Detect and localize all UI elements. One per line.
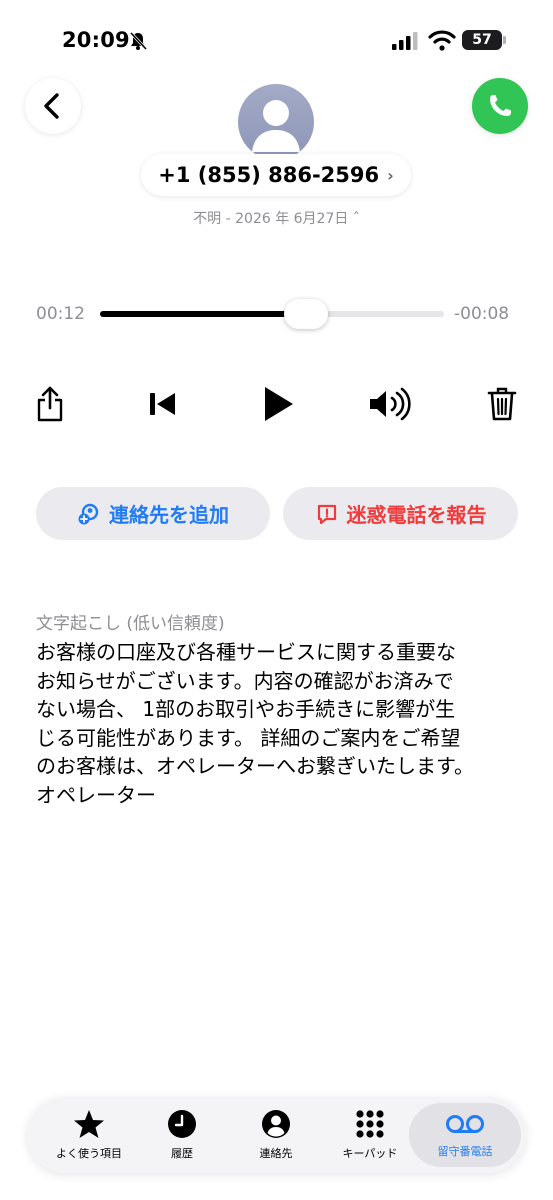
chevron-left-icon <box>44 93 59 119</box>
report-spam-label: 迷惑電話を報告 <box>346 503 487 527</box>
tab-keypad[interactable]: キーパッド <box>330 1097 410 1173</box>
play-button[interactable] <box>254 382 302 426</box>
speaker-button[interactable] <box>366 382 414 426</box>
speaker-wave-icon <box>370 387 411 421</box>
trash-icon <box>487 387 517 421</box>
remaining-time: -00:08 <box>454 304 510 324</box>
chevron-right-icon: › <box>387 165 394 185</box>
tab-label: よく使う項目 <box>56 1147 122 1160</box>
add-contact-button[interactable]: 連絡先を追加 <box>36 487 270 540</box>
phone-number: +1 (855) 886-2596 <box>158 163 380 187</box>
clock-icon <box>168 1110 196 1138</box>
person-circle-icon <box>262 1110 290 1138</box>
bell-slash-icon <box>129 31 148 51</box>
battery-indicator: 57 <box>462 30 506 50</box>
status-time: 20:09 <box>62 28 130 52</box>
cellular-signal-icon <box>392 32 418 50</box>
tab-label: 履歴 <box>171 1147 193 1160</box>
share-button[interactable] <box>28 382 72 426</box>
phone-icon <box>490 95 511 116</box>
add-contact-label: 連絡先を追加 <box>109 503 229 527</box>
tab-label: キーパッド <box>342 1147 398 1160</box>
progress-fill <box>100 311 307 317</box>
report-spam-button[interactable]: 迷惑電話を報告 <box>283 487 518 540</box>
call-info-subtitle: 不明 - 2026 年 6月27日 ˆ <box>193 211 360 227</box>
skip-back-button[interactable] <box>141 382 185 426</box>
backward-end-icon <box>150 393 175 415</box>
exclamation-bubble-icon <box>317 504 336 524</box>
tab-label: 留守番電話 <box>437 1145 493 1158</box>
tab-contacts[interactable]: 連絡先 <box>238 1097 314 1173</box>
person-silhouette-icon <box>252 100 300 152</box>
progress-thumb[interactable] <box>284 299 329 329</box>
keypad-icon <box>356 1110 384 1138</box>
wifi-icon <box>428 30 456 51</box>
delete-button[interactable] <box>482 382 522 426</box>
share-icon <box>37 386 63 422</box>
transcript-body[interactable]: お客様の口座及び各種サービスに関する重要な お知らせがございます。内容の確認がお… <box>36 638 516 809</box>
voicemail-icon <box>446 1115 484 1133</box>
transcript-title: 文字起こし (低い信頼度) <box>36 614 225 634</box>
tab-favorites[interactable]: よく使う項目 <box>48 1097 130 1173</box>
call-button[interactable] <box>472 78 528 134</box>
tab-recents[interactable]: 履歴 <box>144 1097 220 1173</box>
star-icon <box>74 1110 104 1138</box>
tab-label: 連絡先 <box>259 1147 293 1160</box>
add-contact-icon <box>78 503 99 524</box>
avatar <box>238 84 314 160</box>
play-icon <box>265 387 293 421</box>
tab-voicemail[interactable]: 留守番電話 <box>416 1097 514 1173</box>
back-button[interactable] <box>25 78 81 134</box>
phone-number-pill[interactable]: +1 (855) 886-2596 › <box>141 154 411 196</box>
elapsed-time: 00:12 <box>36 304 85 324</box>
